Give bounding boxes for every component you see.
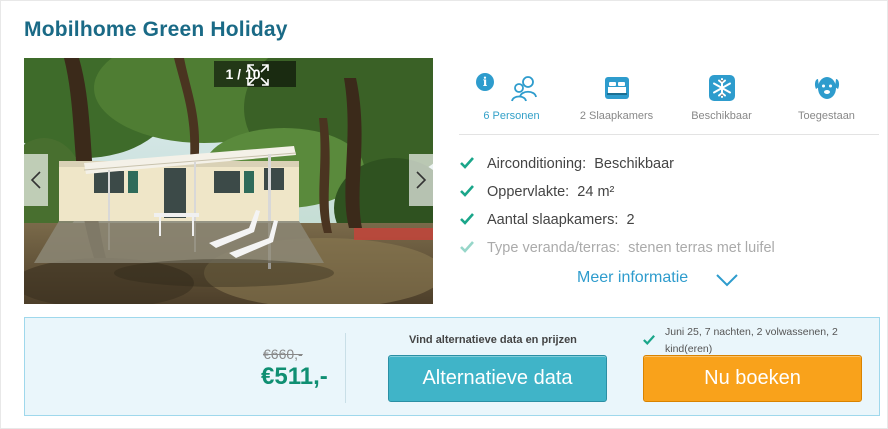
old-price: €660,- (263, 346, 303, 362)
chevron-left-icon (30, 171, 41, 189)
chevron-down-icon[interactable] (715, 273, 739, 287)
amenity-item: Aantal slaapkamers: 2 (459, 209, 879, 237)
gallery-next-button[interactable] (409, 154, 433, 206)
info-icon[interactable]: i (476, 73, 494, 91)
bed-icon (604, 77, 629, 99)
amenities-list: Airconditioning: Beschikbaar Oppervlakte… (459, 153, 879, 265)
amenity-label: Oppervlakte: (487, 184, 570, 200)
check-icon (460, 241, 474, 253)
feature-label: 2 Slaapkamers (579, 110, 654, 122)
alternative-dates-caption: Vind alternatieve data en prijzen (409, 334, 577, 346)
photo-gallery[interactable]: 1 / 10 (24, 58, 433, 304)
feature-pets[interactable]: Toegestaan (774, 71, 879, 135)
feature-bedrooms[interactable]: 2 Slaapkamers (564, 71, 669, 135)
gallery-prev-button[interactable] (24, 154, 48, 206)
booking-summary: Juni 25, 7 nachten, 2 volwassenen, 2 kin… (665, 326, 838, 355)
current-price: €511,- (261, 363, 328, 390)
check-icon (460, 213, 474, 225)
amenity-item: Oppervlakte: 24 m² (459, 181, 879, 209)
amenity-value: 2 (626, 212, 635, 228)
snowflake-icon (708, 75, 735, 101)
amenity-value: stenen terras met luifel (628, 240, 775, 256)
amenity-label: Aantal slaapkamers: (487, 212, 619, 228)
check-icon (460, 157, 474, 169)
amenity-item: Type veranda/terras: stenen terras met l… (459, 237, 879, 265)
more-info-link[interactable]: Meer informatie (577, 269, 688, 287)
booking-bar: €660,- €511,- Vind alternatieve data en … (24, 317, 880, 416)
divider (345, 333, 346, 403)
book-now-button[interactable]: Nu boeken (643, 355, 862, 402)
alternative-dates-button[interactable]: Alternatieve data (388, 355, 607, 402)
amenity-value: 24 m² (577, 184, 615, 200)
feature-icons-row: i 6 Personen 2 Slaapkamers Beschikbaar T… (459, 71, 879, 135)
people-icon (510, 76, 537, 102)
listing-card: Mobilhome Green Holiday 1 / 10 i 6 Perso… (0, 0, 888, 429)
feature-aircon[interactable]: Beschikbaar (669, 71, 774, 135)
amenity-label: Airconditioning: (487, 156, 587, 172)
listing-title[interactable]: Mobilhome Green Holiday (24, 18, 288, 42)
amenity-value: Beschikbaar (594, 156, 675, 172)
feature-label: Beschikbaar (691, 110, 752, 122)
check-icon (460, 185, 474, 197)
fullscreen-icon[interactable] (246, 63, 270, 87)
amenity-label: Type veranda/terras: (487, 240, 620, 256)
dog-icon (814, 77, 839, 99)
amenity-item: Airconditioning: Beschikbaar (459, 153, 879, 181)
chevron-right-icon (416, 171, 427, 189)
check-icon (643, 334, 655, 346)
feature-label: Toegestaan (798, 110, 855, 122)
gallery-photo[interactable] (24, 58, 433, 304)
feature-persons[interactable]: i 6 Personen (459, 71, 564, 135)
feature-label: 6 Personen (483, 110, 540, 122)
